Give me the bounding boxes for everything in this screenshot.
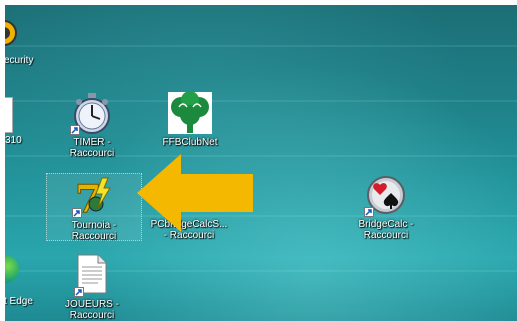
annotation-arrow: [135, 152, 255, 234]
cards-icon: [364, 173, 408, 217]
edge-label-partial: t Edge: [5, 296, 33, 307]
icon-label: Tournoia - Raccourci: [71, 220, 117, 242]
seven-bolt-icon: 7: [72, 174, 116, 222]
icon-label: JOUEURS - Raccourci: [65, 299, 119, 321]
icon-label: TIMER - Raccourci: [69, 137, 115, 159]
desktop-icon-bridgecalc[interactable]: BridgeCalc - Raccourci: [340, 173, 432, 241]
security-label-partial: ecurity: [5, 55, 34, 66]
left-num-label-partial: 310: [5, 135, 22, 146]
desktop: ecurity 310 t Edge TIMER - Raccourci FFB…: [5, 5, 517, 321]
shortcut-arrow-icon: [364, 207, 374, 217]
desktop-icon-ffbclubnet[interactable]: FFBClubNet: [144, 91, 236, 148]
icon-label: FFBClubNet: [162, 137, 218, 148]
shortcut-arrow-icon: [74, 287, 84, 297]
security-icon-partial[interactable]: [5, 13, 21, 47]
edge-icon-partial[interactable]: [5, 255, 19, 283]
shortcut-arrow-icon: [70, 125, 80, 135]
document-icon: [74, 253, 110, 297]
desktop-icon-timer[interactable]: TIMER - Raccourci: [46, 91, 138, 159]
desktop-icon-joueurs[interactable]: JOUEURS - Raccourci: [46, 253, 138, 321]
document-icon-partial[interactable]: [5, 97, 13, 133]
desktop-icon-tournoia[interactable]: 7 Tournoia - Raccourci: [46, 173, 142, 242]
stopwatch-icon: [70, 91, 114, 135]
shortcut-arrow-icon: [72, 208, 82, 218]
tree-icon: [167, 91, 213, 135]
icon-label: BridgeCalc - Raccourci: [358, 219, 414, 241]
